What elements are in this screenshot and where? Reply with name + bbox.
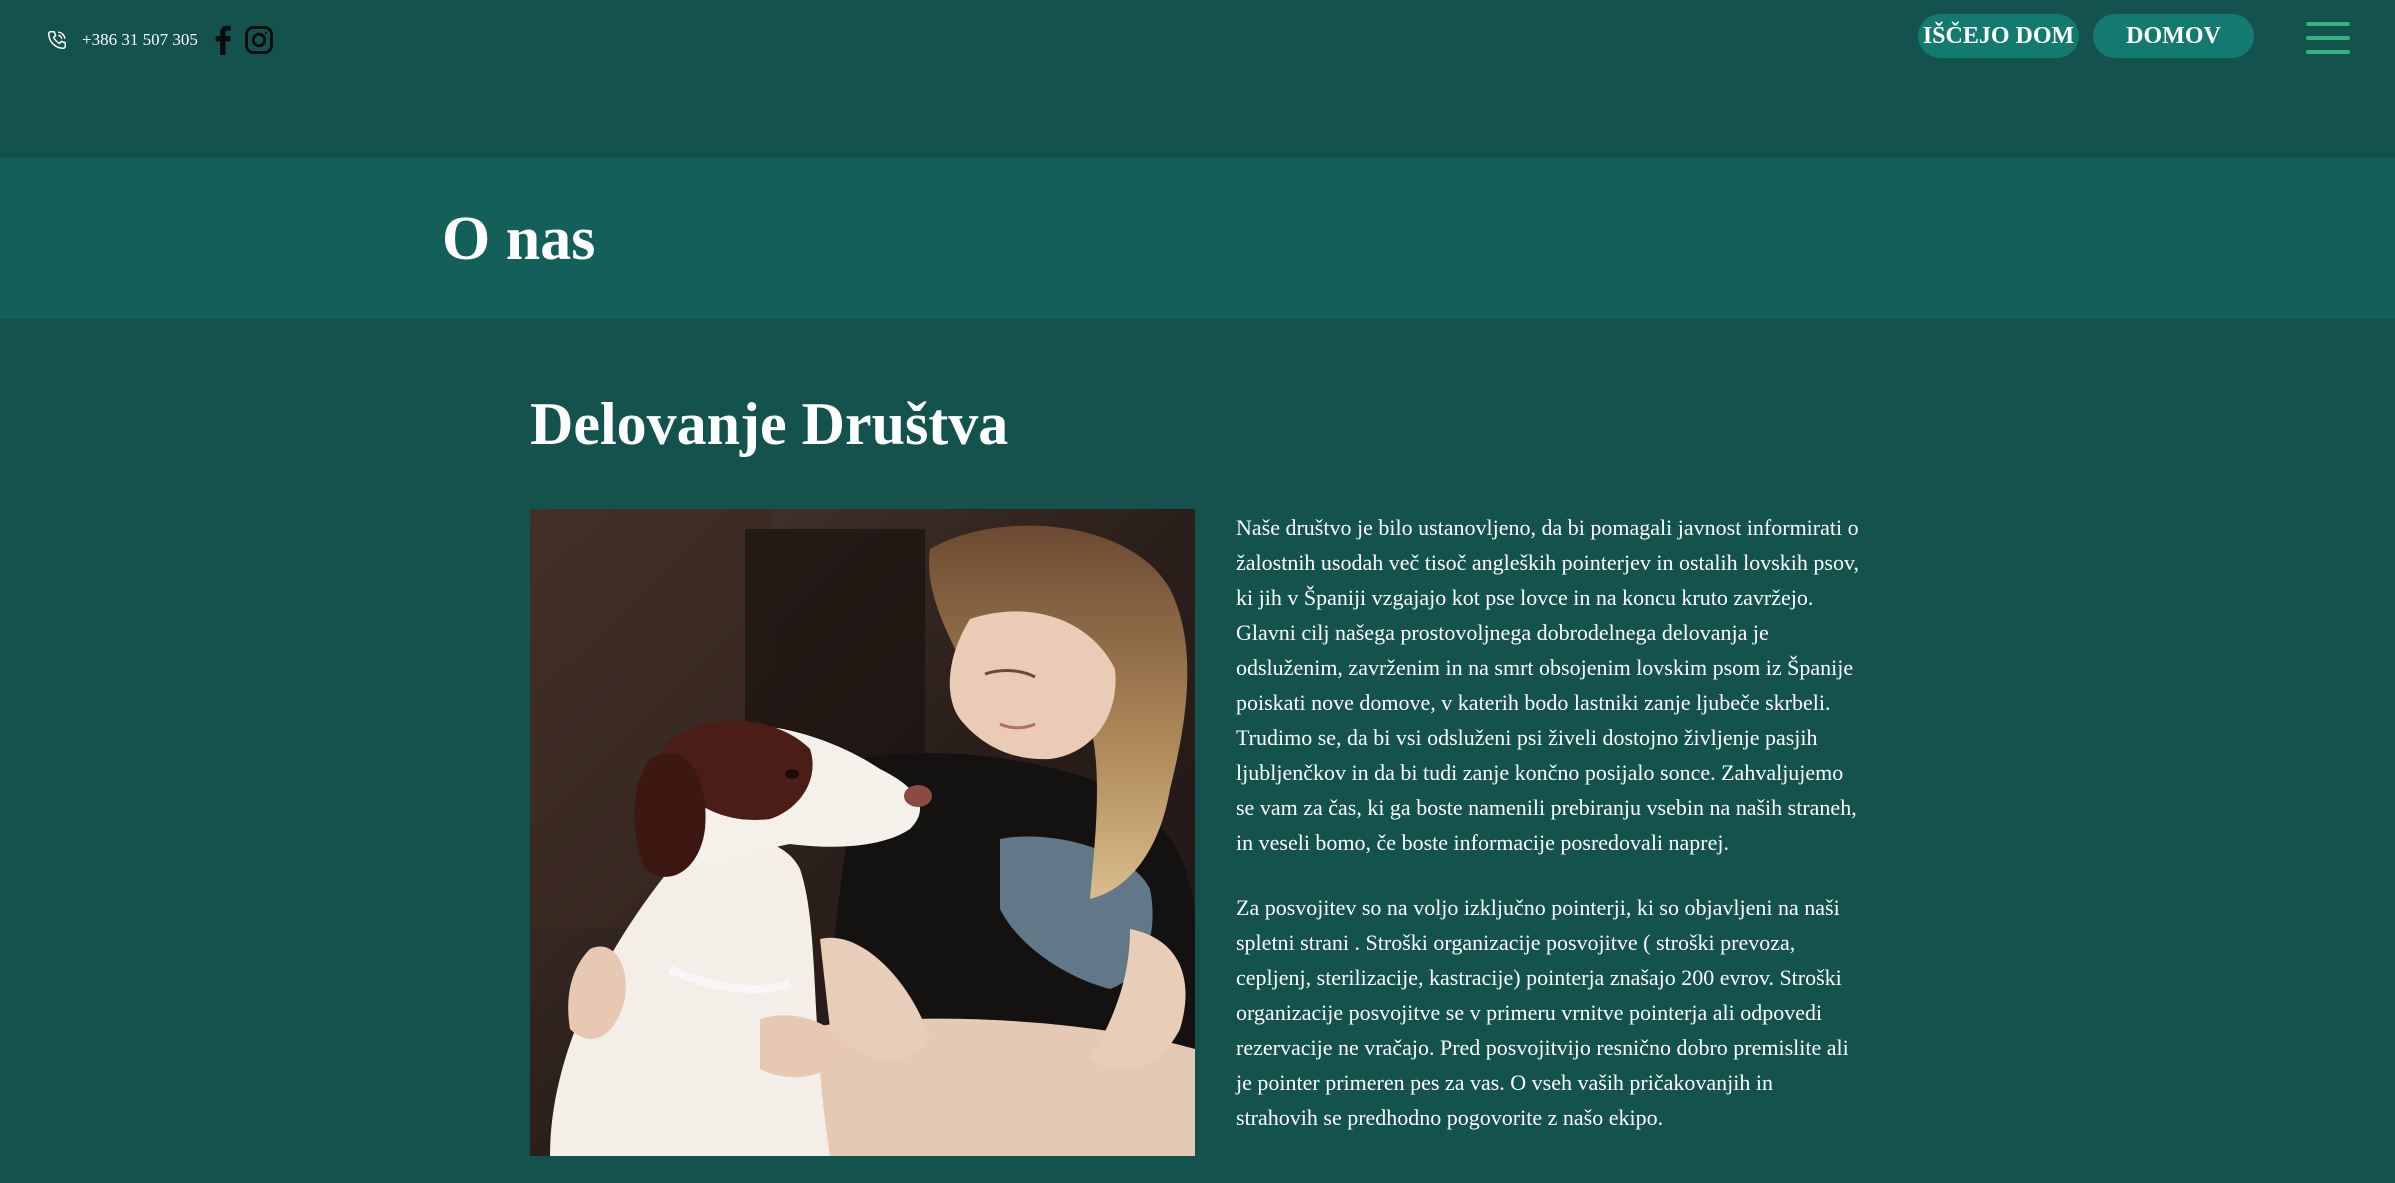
about-paragraph-2: Za posvojitev so na voljo izključno poin… <box>1236 895 1849 1130</box>
about-text: Naše društvo je bilo ustanovljeno, da bi… <box>1236 510 1860 1165</box>
instagram-icon[interactable] <box>244 25 274 55</box>
woman-with-dog-photo <box>530 509 1195 1156</box>
contact-bar: +386 31 507 305 <box>46 24 274 56</box>
phone-number[interactable]: +386 31 507 305 <box>82 30 198 50</box>
page-title: O nas <box>442 205 596 273</box>
section-heading: Delovanje Društva <box>530 391 1009 457</box>
phone-icon[interactable] <box>46 29 68 51</box>
hamburger-menu-icon[interactable] <box>2306 20 2350 56</box>
page-banner: O nas <box>0 158 2395 319</box>
facebook-icon[interactable] <box>212 25 234 55</box>
about-paragraph-1: Naše društvo je bilo ustanovljeno, da bi… <box>1236 515 1860 855</box>
main-content <box>0 319 2395 1183</box>
home-button[interactable]: DOMOV <box>2093 14 2254 58</box>
lost-home-button[interactable]: IŠČEJO DOM <box>1918 14 2079 58</box>
header: +386 31 507 305 IŠČEJO DOM DOMOV <box>0 0 2395 158</box>
